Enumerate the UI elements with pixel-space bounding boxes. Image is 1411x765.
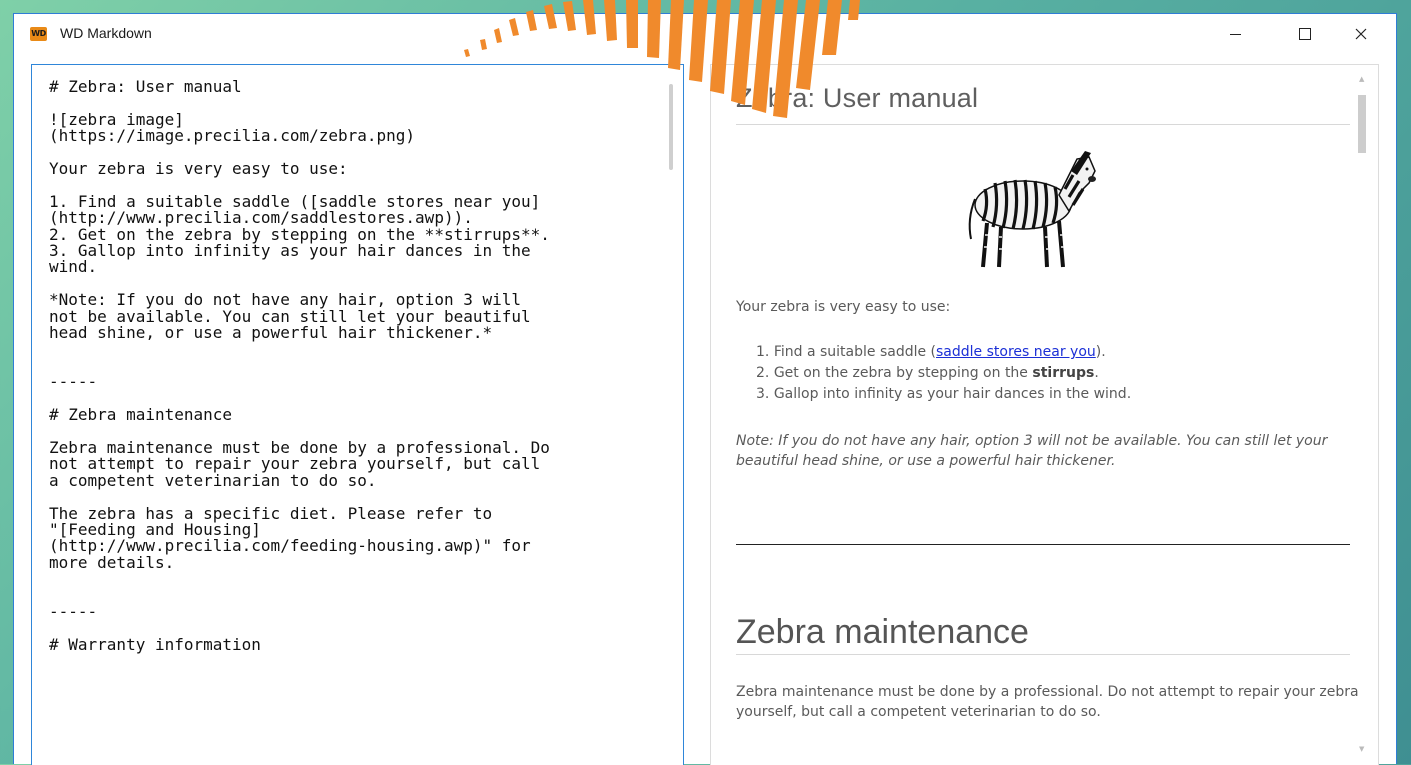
close-button[interactable] xyxy=(1338,14,1384,54)
scroll-up-arrow-icon[interactable]: ▲ xyxy=(1359,75,1364,83)
editor-scrollbar-thumb[interactable] xyxy=(669,84,673,170)
maximize-button[interactable] xyxy=(1282,14,1328,54)
list-item-text: Get on the zebra by stepping on the xyxy=(773,365,1033,381)
list-item: 3. Gallop into infinity as your hair dan… xyxy=(756,384,1131,405)
app-logo-icon: WD xyxy=(30,27,47,41)
list-item-number: 1. xyxy=(756,344,770,360)
minimize-icon xyxy=(1229,33,1241,35)
list-item-text-end: ). xyxy=(1095,344,1106,360)
list-item-text: Find a suitable saddle ( xyxy=(773,344,937,360)
window-title: WD Markdown xyxy=(60,25,152,41)
list-item-text-end: . xyxy=(1094,365,1099,381)
close-icon xyxy=(1355,28,1367,40)
saddle-stores-link[interactable]: saddle stores near you xyxy=(936,344,1096,360)
heading-underline xyxy=(736,124,1350,125)
list-item: 1. Find a suitable saddle (saddle stores… xyxy=(756,342,1131,363)
stirrups-bold-text: stirrups xyxy=(1032,365,1095,381)
preview-heading-maintenance: Zebra maintenance xyxy=(736,613,1029,651)
preview-maintenance-text: Zebra maintenance must be done by a prof… xyxy=(736,684,1359,720)
title-bar[interactable]: WD WD Markdown xyxy=(14,14,1396,54)
list-item-text: Gallop into infinity as your hair dances… xyxy=(773,386,1132,402)
preview-heading-1: Zebra: User manual xyxy=(736,83,979,113)
preview-intro-text: Your zebra is very easy to use: xyxy=(736,299,951,315)
preview-note-italic: Note: If you do not have any hair, optio… xyxy=(736,433,1328,469)
scroll-down-arrow-icon[interactable]: ▼ xyxy=(1359,745,1364,753)
list-item-number: 3. xyxy=(756,386,770,402)
maximize-icon xyxy=(1299,28,1311,40)
zebra-image xyxy=(968,151,1096,268)
horizontal-rule xyxy=(736,544,1350,545)
list-item-number: 2. xyxy=(756,365,770,381)
list-item: 2. Get on the zebra by stepping on the s… xyxy=(756,363,1131,384)
heading-underline xyxy=(736,654,1350,655)
minimize-button[interactable] xyxy=(1212,14,1258,54)
editor-textarea[interactable]: # Zebra: User manual ![zebra image] (htt… xyxy=(49,78,649,653)
preview-ordered-list: 1. Find a suitable saddle (saddle stores… xyxy=(756,342,1131,405)
markdown-preview: ▲ ▼ Zebra: User manual Your zebra is ver… xyxy=(710,64,1379,765)
app-window: WD WD Markdown # Zebra: User manual ![ze… xyxy=(13,13,1397,765)
preview-scrollbar-thumb[interactable] xyxy=(1358,95,1366,153)
markdown-editor[interactable]: # Zebra: User manual ![zebra image] (htt… xyxy=(31,64,684,765)
